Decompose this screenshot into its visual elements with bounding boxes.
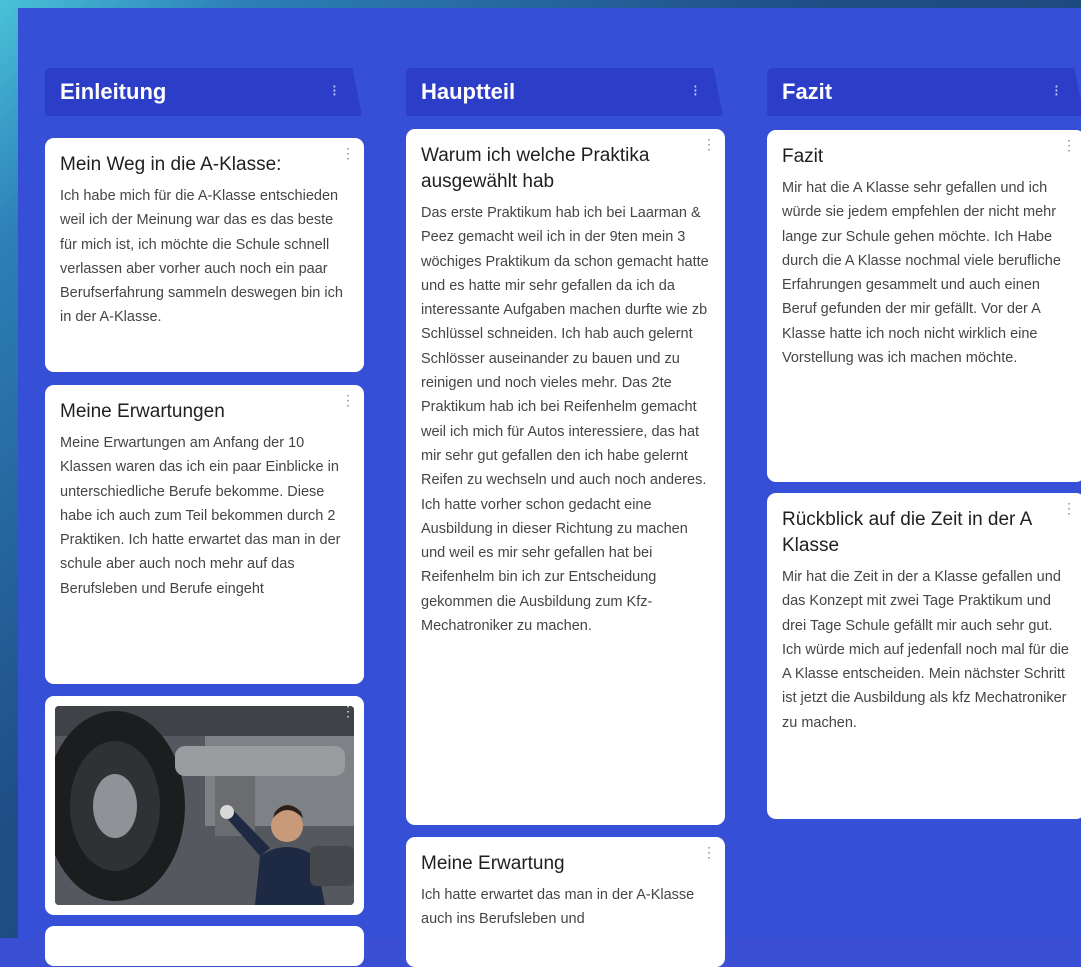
post-card[interactable]: ⋮ Warum ich welche Praktika ausgewählt h… — [406, 129, 725, 825]
column-menu-icon[interactable]: ⁝ — [1054, 68, 1059, 116]
column-header: Fazit ⁝ — [767, 68, 1081, 116]
column-fazit: Fazit ⁝ — [767, 68, 1081, 116]
post-title: Meine Erwartungen — [60, 401, 225, 422]
post-card[interactable]: ⋮ Rückblick auf die Zeit in der A Klasse… — [767, 493, 1081, 819]
column-menu-icon[interactable]: ⁝ — [332, 68, 337, 116]
post-body: Das erste Praktikum hab ich bei Laarman … — [421, 205, 709, 635]
post-menu-icon[interactable]: ⋮ — [702, 137, 716, 151]
post-body: Ich hatte erwartet das man in der A-Klas… — [421, 887, 695, 928]
column-title: Hauptteil — [421, 79, 516, 104]
column-header: Einleitung ⁝ — [45, 68, 362, 116]
photo-illustration — [55, 706, 354, 905]
post-body: Mir hat die A Klasse sehr gefallen und i… — [782, 180, 1061, 367]
post-body: Mir hat die Zeit in der a Klasse gefalle… — [782, 569, 1069, 731]
post-card-partial[interactable] — [45, 926, 364, 966]
post-card[interactable]: ⋮ Fazit Mir hat die A Klasse sehr gefall… — [767, 130, 1081, 482]
column-header: Hauptteil ⁝ — [406, 68, 723, 116]
post-title: Meine Erwartung — [421, 853, 565, 874]
post-menu-icon[interactable]: ⋮ — [1062, 138, 1076, 152]
post-menu-icon[interactable]: ⋮ — [341, 393, 355, 407]
column-hauptteil: Hauptteil ⁝ — [406, 68, 723, 116]
mechanic-photo — [55, 706, 354, 905]
post-title: Rückblick auf die Zeit in der A Klasse — [782, 509, 1032, 556]
post-title: Warum ich welche Praktika ausgewählt hab — [421, 145, 650, 192]
column-einleitung: Einleitung ⁝ — [45, 68, 362, 116]
post-card[interactable]: ⋮ Meine Erwartung Ich hatte erwartet das… — [406, 837, 725, 967]
post-card[interactable]: ⋮ Mein Weg in die A-Klasse: Ich habe mic… — [45, 138, 364, 372]
column-title: Einleitung — [60, 79, 167, 104]
post-body: Ich habe mich für die A-Klasse entschied… — [60, 188, 343, 326]
image-post-card[interactable]: ⋮ — [45, 696, 364, 915]
post-card[interactable]: ⋮ Meine Erwartungen Meine Erwartungen am… — [45, 385, 364, 684]
post-menu-icon[interactable]: ⋮ — [1062, 501, 1076, 515]
column-title: Fazit — [782, 79, 833, 104]
column-menu-icon[interactable]: ⁝ — [693, 68, 698, 116]
post-menu-icon[interactable]: ⋮ — [702, 845, 716, 859]
post-title: Fazit — [782, 146, 824, 167]
post-title: Mein Weg in die A-Klasse: — [60, 154, 282, 175]
post-body: Meine Erwartungen am Anfang der 10 Klass… — [60, 435, 341, 597]
padlet-board: Einleitung ⁝ ⋮ Mein Weg in die A-Klasse:… — [18, 8, 1081, 967]
post-menu-icon[interactable]: ⋮ — [341, 704, 355, 718]
post-menu-icon[interactable]: ⋮ — [341, 146, 355, 160]
